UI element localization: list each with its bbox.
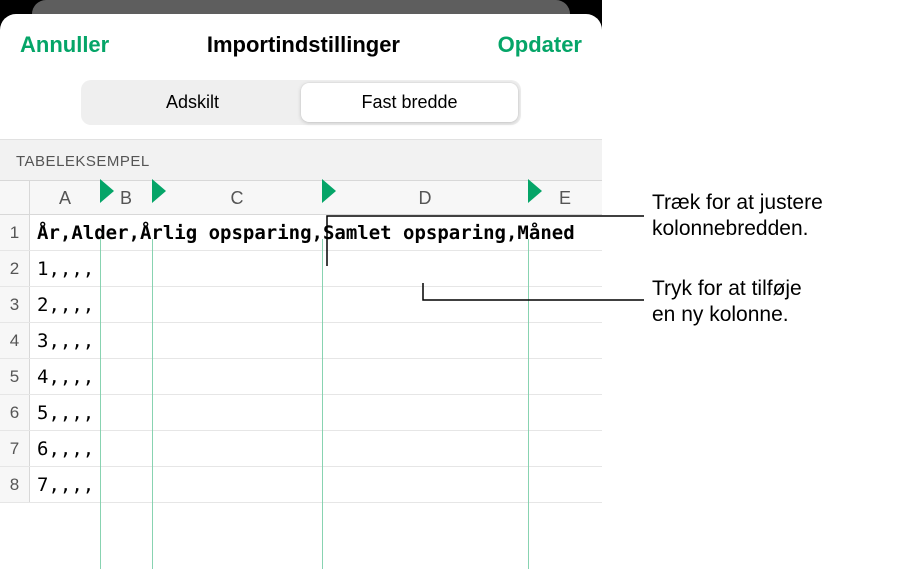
row-text: 5,,,,: [30, 402, 94, 424]
callouts-panel: Træk for at justere kolonnebredden. Tryk…: [602, 0, 910, 580]
col-header-d[interactable]: D: [322, 181, 528, 215]
table-row[interactable]: 4 3,,,,: [0, 323, 602, 359]
cancel-button[interactable]: Annuller: [20, 32, 109, 58]
row-number[interactable]: 6: [0, 395, 30, 430]
row-number[interactable]: 2: [0, 251, 30, 286]
segment-fixed-width[interactable]: Fast bredde: [301, 83, 518, 122]
table-row[interactable]: 7 6,,,,: [0, 431, 602, 467]
update-button[interactable]: Opdater: [498, 32, 582, 58]
row-text: 3,,,,: [30, 330, 94, 352]
callout-text: en ny kolonne.: [652, 303, 789, 326]
row-number[interactable]: 1: [0, 215, 30, 250]
mode-segmented-control[interactable]: Adskilt Fast bredde: [81, 80, 521, 125]
row-number[interactable]: 5: [0, 359, 30, 394]
column-headers[interactable]: A B C D E: [0, 181, 602, 215]
sheet-back-shadow: [32, 0, 570, 14]
row-number[interactable]: 8: [0, 467, 30, 502]
column-resize-handle-icon[interactable]: [528, 179, 542, 203]
callout-add-column: Tryk for at tilføje en ny kolonne.: [652, 276, 802, 329]
table-body[interactable]: 1 År,Alder,Årlig opsparing,Samlet opspar…: [0, 215, 602, 503]
sheet-title: Importindstillinger: [207, 32, 400, 58]
callout-text: Tryk for at tilføje: [652, 277, 802, 300]
nav-bar: Annuller Importindstillinger Opdater: [0, 14, 602, 74]
column-divider[interactable]: [322, 239, 323, 569]
col-header-c[interactable]: C: [152, 181, 322, 215]
segment-delimited[interactable]: Adskilt: [84, 83, 301, 122]
table-row[interactable]: 3 2,,,,: [0, 287, 602, 323]
row-text: 2,,,,: [30, 294, 94, 316]
row-text: 7,,,,: [30, 474, 94, 496]
column-resize-handle-icon[interactable]: [152, 179, 166, 203]
table-row[interactable]: 5 4,,,,: [0, 359, 602, 395]
column-divider[interactable]: [528, 239, 529, 569]
column-resize-handle-icon[interactable]: [322, 179, 336, 203]
callout-text: kolonnebredden.: [652, 217, 808, 240]
table-row[interactable]: 6 5,,,,: [0, 395, 602, 431]
callout-text: Træk for at justere: [652, 191, 823, 214]
row-number[interactable]: 3: [0, 287, 30, 322]
callout-resize: Træk for at justere kolonnebredden.: [652, 190, 823, 243]
column-resize-handle-icon[interactable]: [100, 179, 114, 203]
section-label: TABELEKSEMPEL: [16, 153, 586, 170]
header-corner: [0, 181, 30, 215]
section-header: TABELEKSEMPEL: [0, 139, 602, 181]
row-text: År,Alder,Årlig opsparing,Samlet opsparin…: [30, 222, 575, 244]
column-divider[interactable]: [152, 239, 153, 569]
table-row[interactable]: 8 7,,,,: [0, 467, 602, 503]
table-row[interactable]: 1 År,Alder,Årlig opsparing,Samlet opspar…: [0, 215, 602, 251]
import-settings-sheet: Annuller Importindstillinger Opdater Ads…: [0, 14, 602, 580]
row-text: 4,,,,: [30, 366, 94, 388]
row-number[interactable]: 4: [0, 323, 30, 358]
column-divider[interactable]: [100, 239, 101, 569]
col-header-a[interactable]: A: [30, 181, 100, 215]
row-number[interactable]: 7: [0, 431, 30, 466]
table-row[interactable]: 2 1,,,,: [0, 251, 602, 287]
row-text: 1,,,,: [30, 258, 94, 280]
row-text: 6,,,,: [30, 438, 94, 460]
